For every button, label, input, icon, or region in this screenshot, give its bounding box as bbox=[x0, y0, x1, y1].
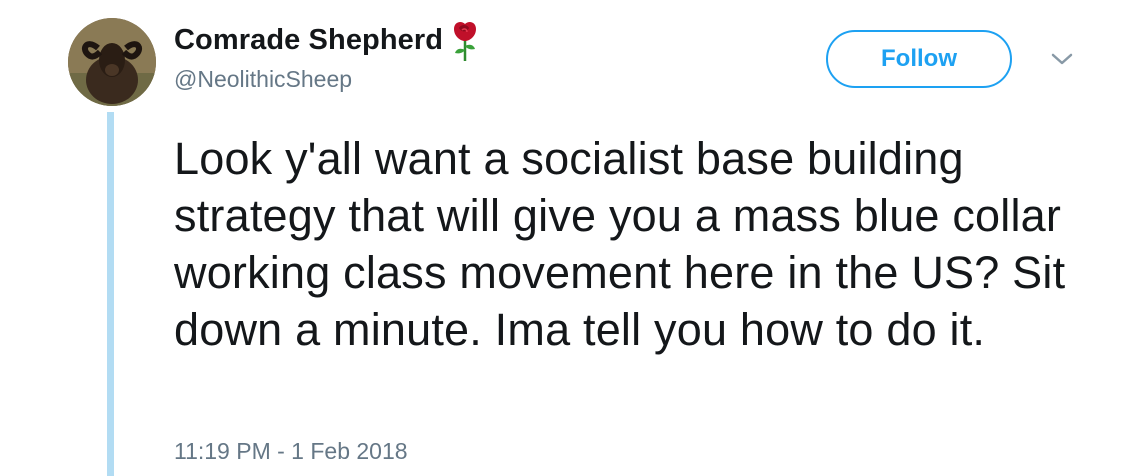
tweet-text: Look y'all want a socialist base buildin… bbox=[174, 133, 1066, 355]
avatar[interactable] bbox=[68, 18, 156, 106]
user-handle[interactable]: @NeolithicSheep bbox=[174, 66, 352, 93]
rose-icon bbox=[451, 20, 479, 62]
thread-line bbox=[107, 112, 114, 476]
chevron-down-icon[interactable] bbox=[1050, 50, 1074, 68]
sheep-avatar-image bbox=[68, 18, 156, 106]
follow-button[interactable]: Follow bbox=[826, 30, 1012, 88]
tweet-timestamp[interactable]: 11:19 PM - 1 Feb 2018 bbox=[174, 438, 408, 465]
author-name-row[interactable]: Comrade Shepherd bbox=[174, 21, 479, 61]
display-name[interactable]: Comrade Shepherd bbox=[174, 24, 443, 57]
tweet-card: Comrade Shepherd @NeolithicSheep Follow … bbox=[0, 0, 1142, 476]
